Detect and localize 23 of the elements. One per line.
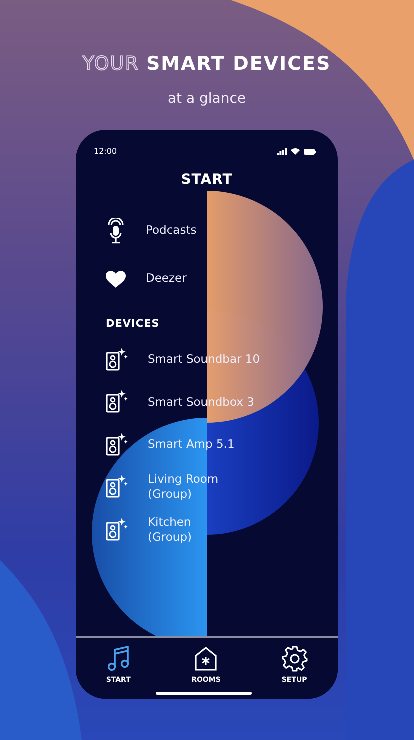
speaker-icon (106, 432, 128, 456)
heart-icon (106, 270, 126, 288)
speaker-icon (106, 518, 128, 542)
subtitle: at a glance (168, 90, 246, 108)
battery-icon (304, 148, 316, 154)
device-name[interactable]: Living Room (Group) (148, 472, 219, 502)
headline: YOUR SMART DEVICES (82, 52, 332, 77)
device-name[interactable]: Smart Amp 5.1 (148, 437, 235, 452)
status-time: 12:00 (94, 146, 118, 158)
speaker-icon (106, 390, 128, 414)
speaker-icon (106, 348, 128, 372)
music-note-icon (108, 646, 130, 672)
wifi-icon (291, 148, 300, 155)
source-label[interactable]: Deezer (146, 271, 187, 286)
section-heading: DEVICES (106, 316, 161, 332)
signal-icon (277, 148, 287, 155)
microphone-icon (107, 218, 125, 244)
settings-icon (282, 646, 308, 672)
screen-title: START (180, 170, 234, 190)
device-name[interactable]: Kitchen (Group) (148, 514, 192, 544)
house-icon (194, 646, 218, 672)
source-label[interactable]: Podcasts (146, 223, 197, 238)
speaker-icon (106, 475, 128, 499)
